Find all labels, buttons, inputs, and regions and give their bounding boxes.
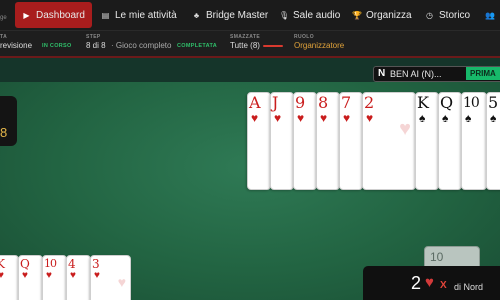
nav-my-activities[interactable]: ▤ Le mie attività [94,2,184,28]
contract-level: 2 [411,273,422,293]
card[interactable]: 9 ♥ [293,92,317,190]
nav-history[interactable]: ◷ Storico [418,2,477,28]
card-rank: Q [440,93,454,112]
card-rank: 10 [463,95,480,111]
nav-bridge-master[interactable]: ♣ Bridge Master [185,2,275,28]
card[interactable]: J ♥ [270,92,294,190]
card[interactable]: 8 ♥ [316,92,340,190]
heart-icon: ♥ [94,270,100,281]
nav-history-label: Storico [439,9,471,21]
heart-icon: ♥ [46,270,52,281]
card-rank: 7 [341,93,352,112]
card[interactable]: A ♥ [247,92,271,190]
role-value: Organizzatore [294,41,345,50]
heart-icon: ♥ [251,111,259,125]
nav-organize-label: Organizza [366,9,412,21]
heart-icon: ♥ [117,274,126,290]
step-label: STEP [86,34,101,40]
spade-icon: ♠ [490,111,497,125]
card-rank: A [249,93,261,112]
heart-icon: ♥ [70,270,76,281]
logo-text: ge [0,15,7,21]
card-rank: 9 [295,93,306,112]
card[interactable]: 2 ♥ ♥ [362,92,416,190]
heart-icon: ♥ [0,270,4,281]
nav-audio-rooms-label: Sale audio [293,9,341,21]
card[interactable]: K ♠ [415,92,439,190]
heart-icon: ♥ [274,111,282,125]
step-value: 8 di 8 [86,41,106,50]
heart-icon: ♥ [320,111,328,125]
spade-icon: ♠ [465,111,472,125]
card[interactable]: 4 ♥ [66,255,91,300]
card[interactable]: Q ♠ [438,92,462,190]
nav-organize[interactable]: 🏆 Organizza [345,2,419,28]
card[interactable]: 3 ♥ ♥ [90,255,131,300]
type-status-badge: IN CORSO [42,43,72,49]
nav-dashboard-label: Dashboard [36,9,85,21]
spade-icon: ♠ [419,111,426,125]
card[interactable]: 10 ♠ [461,92,487,190]
card-rank: K [0,257,5,271]
card-rank: K [417,93,429,112]
heart-icon: ♥ [425,274,434,291]
trophy-icon: 🏆 [352,10,362,20]
tricks-value[interactable]: Tutte (8) [230,41,260,50]
heart-icon: ♥ [343,111,351,125]
card-rank: Q [20,257,30,271]
users-icon: 👥 [485,10,495,20]
document-icon: ▤ [101,10,110,20]
heart-icon: ♥ [22,270,28,281]
role-label: RUOLO [294,34,315,40]
heart-icon: ♥ [399,118,411,140]
north-player-name: BEN AI (N)... [390,69,442,79]
clock-icon: ◷ [426,10,433,20]
nav-dashboard[interactable]: ▶ Dashboard [15,2,92,28]
card-rank: 3 [92,257,100,271]
nav-audio-rooms[interactable]: 🎙 Sale audio [272,2,347,28]
play-icon: ▶ [23,10,30,20]
card[interactable]: 10 ♥ [42,255,67,300]
type-value: revisione [0,41,33,50]
nav-bridge-master-label: Bridge Master [206,9,269,21]
step-description: · Gioco completo [111,41,172,50]
step-status-badge: COMPLETATA [177,43,217,49]
card-rank: 2 [364,93,375,112]
card[interactable]: Q ♥ [18,255,43,300]
type-label: TA [0,34,8,40]
west-value: 8 [0,125,8,140]
heart-icon: ♥ [297,111,305,125]
played-card-rank: 10 [430,250,444,264]
card[interactable]: K ♥ [0,255,19,300]
bridge-icon: ♣ [193,10,200,20]
card-rank: 10 [44,257,57,270]
card[interactable]: 7 ♥ [339,92,363,190]
spade-icon: ♠ [442,111,449,125]
card-rank: J [272,93,279,112]
tricks-indicator [263,45,283,47]
tricks-label: SMAZZATE [230,34,261,40]
card-rank: 5 [488,93,499,112]
contract-declarer: di Nord [454,282,484,292]
nav-my-activities-label: Le mie attività [115,9,177,21]
card-rank: 8 [318,93,329,112]
top-nav: ge ▶ Dashboard ▤ Le mie attività ♣ Bridg… [0,0,500,30]
card-rank: 4 [68,257,76,271]
microphone-icon: 🎙 [279,10,290,20]
double-indicator: X [440,280,447,291]
card[interactable]: 5 ♠ [486,92,500,190]
nav-users[interactable]: 👥 [478,2,500,28]
north-player-tag: PRIMA [466,67,500,80]
heart-icon: ♥ [366,111,374,125]
north-seat-label: N [378,68,386,79]
